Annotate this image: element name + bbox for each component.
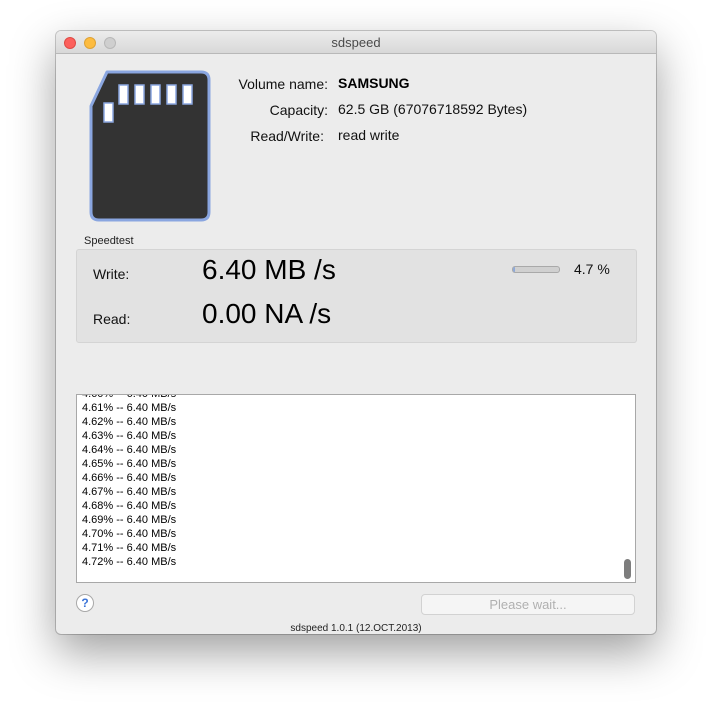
log-scrollbar[interactable] <box>624 559 631 579</box>
rw-row: Read/Write: <box>56 127 324 145</box>
rw-label: Read/Write: <box>250 128 324 144</box>
log-lines: 4.60% -- 6.40 MB/s 4.61% -- 6.40 MB/s 4.62… <box>82 394 177 569</box>
read-label: Read: <box>93 311 131 327</box>
read-speed-value: 0.00 NA /s <box>202 298 332 329</box>
log-line: 4.69% -- 6.40 MB/s <box>82 514 177 526</box>
progress-bar <box>512 266 560 273</box>
log-line: 4.63% -- 6.40 MB/s <box>82 430 177 442</box>
log-line: 4.71% -- 6.40 MB/s <box>82 542 177 554</box>
title-bar[interactable]: sdspeed <box>56 31 656 54</box>
log-line: 4.72% -- 6.40 MB/s <box>82 556 177 568</box>
app-window: sdspeed Volume name: SAMSUNG Capacity: 6… <box>56 31 656 634</box>
please-wait-button: Please wait... <box>421 594 635 615</box>
log-line: 4.62% -- 6.40 MB/s <box>82 416 177 428</box>
version-label: sdspeed 1.0.1 (12.OCT.2013) <box>290 623 422 634</box>
speedtest-section-label: Speedtest <box>84 235 134 247</box>
log-line: 4.64% -- 6.40 MB/s <box>82 444 177 456</box>
speedtest-panel: Write: 6.40 MB /s 4.7 % Read: 0.00 NA /s <box>76 249 637 343</box>
log-line: 4.70% -- 6.40 MB/s <box>82 528 177 540</box>
window-title: sdspeed <box>331 35 381 50</box>
capacity-label: Capacity: <box>269 102 328 118</box>
volume-value: SAMSUNG <box>338 75 410 91</box>
help-icon[interactable]: ? <box>76 594 94 612</box>
rw-value: read write <box>338 127 400 143</box>
log-line: 4.67% -- 6.40 MB/s <box>82 486 177 498</box>
capacity-value: 62.5 GB (67076718592 Bytes) <box>338 101 528 117</box>
log-view[interactable]: 4.60% -- 6.40 MB/s 4.61% -- 6.40 MB/s 4.62… <box>76 394 636 583</box>
log-line: 4.65% -- 6.40 MB/s <box>82 458 177 470</box>
capacity-row: Capacity: <box>56 101 328 119</box>
write-speed-value: 6.40 MB /s <box>202 254 336 285</box>
log-line: 4.61% -- 6.40 MB/s <box>82 402 177 414</box>
volume-label: Volume name: <box>238 76 329 92</box>
volume-row: Volume name: <box>56 75 329 93</box>
progress-percent: 4.7 % <box>574 261 610 277</box>
write-label: Write: <box>93 266 130 282</box>
log-line: 4.66% -- 6.40 MB/s <box>82 472 177 484</box>
log-line: 4.60% -- 6.40 MB/s <box>82 394 177 400</box>
progress-fill <box>513 267 516 272</box>
log-line: 4.68% -- 6.40 MB/s <box>82 500 177 512</box>
